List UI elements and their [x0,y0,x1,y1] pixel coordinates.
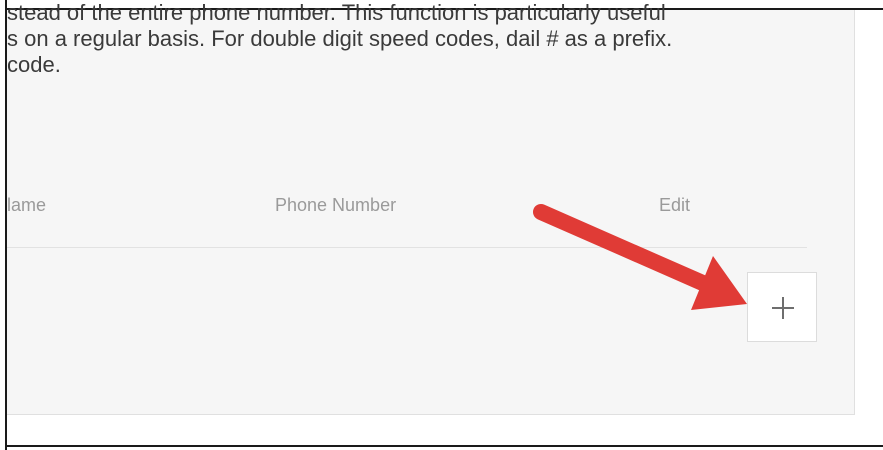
column-header-edit: Edit [659,195,691,215]
speed-dial-description: stead of the entire phone number. This f… [7,0,837,78]
speed-dial-table-header: lame Phone Number Edit [7,195,817,245]
plus-icon [772,297,794,319]
speed-dial-panel: stead of the entire phone number. This f… [7,0,855,415]
column-header-phone-number: Phone Number [275,195,397,215]
description-line-1: stead of the entire phone number. This f… [7,0,666,25]
description-line-2: s on a regular basis. For double digit s… [7,26,673,51]
window-border-bottom [5,445,883,447]
screenshot-frame: stead of the entire phone number. This f… [0,0,883,450]
table-header-divider [7,247,807,248]
add-speed-dial-button[interactable] [747,272,817,342]
column-header-name: lame [7,195,47,215]
description-line-3: code. [7,52,61,77]
